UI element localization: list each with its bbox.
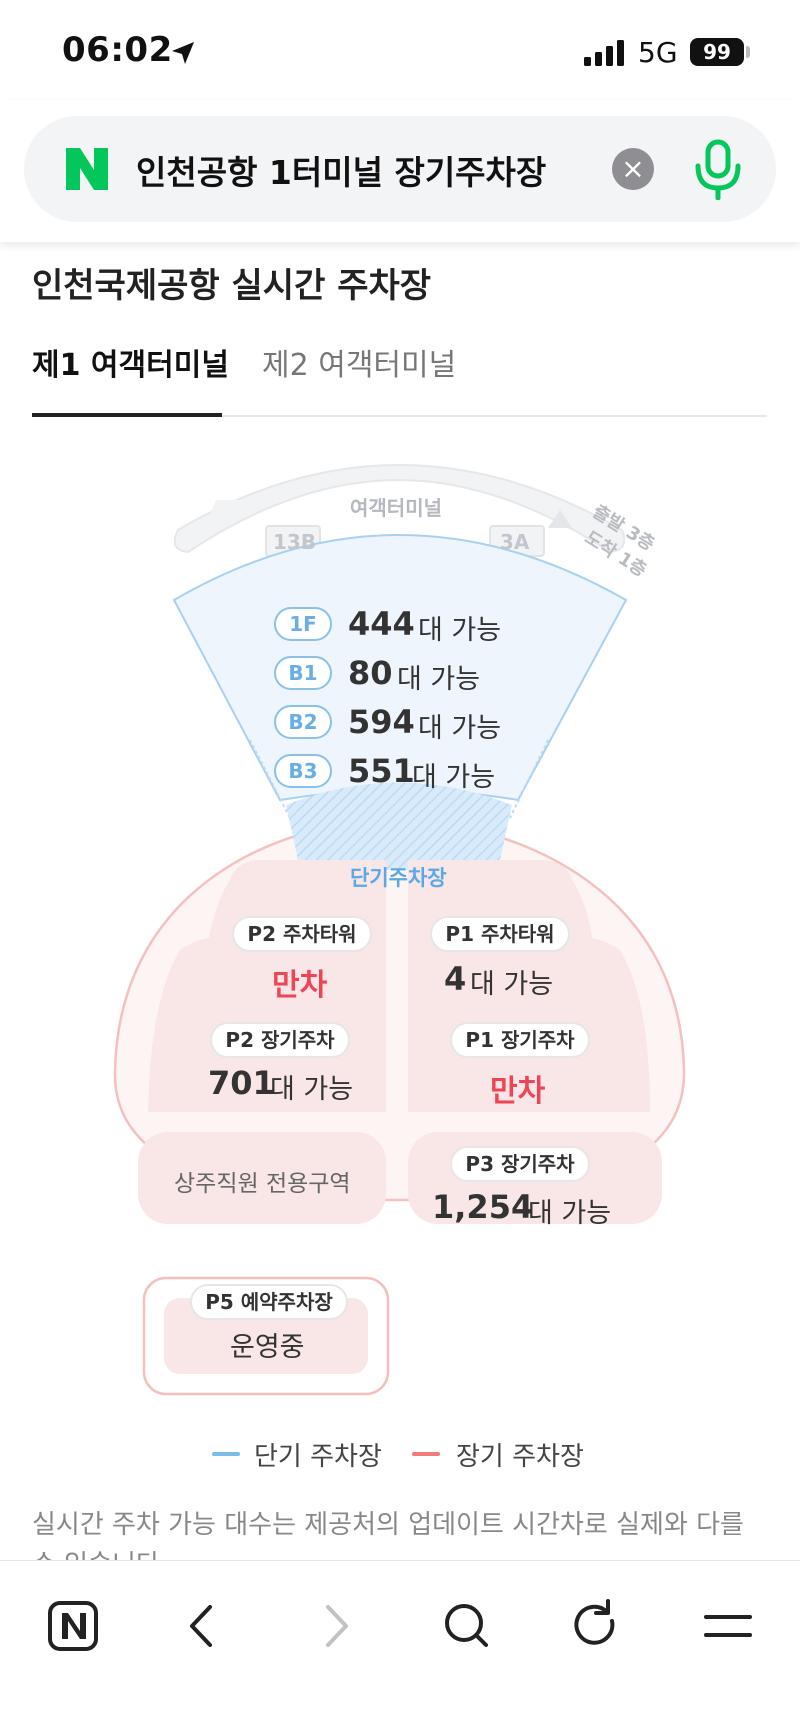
- floor-badge-b3: B3: [274, 754, 332, 788]
- clear-search-icon[interactable]: ×: [612, 148, 654, 190]
- search-bar[interactable]: 인천공항 1터미널 장기주차장 ×: [24, 116, 776, 222]
- gate-13b-label: 13B: [273, 530, 317, 554]
- map-legend: 단기 주차장 장기 주차장: [0, 1432, 800, 1472]
- short-term-legend-swatch: [212, 1452, 240, 1456]
- refresh-icon[interactable]: [556, 1591, 636, 1661]
- long-term-legend-label: 장기 주차장: [456, 1442, 584, 1472]
- short-term-legend-label: 단기 주차장: [254, 1442, 382, 1472]
- floor-badge-b2: B2: [274, 705, 332, 739]
- tab-terminal-2[interactable]: 제2 여객터미널: [262, 340, 456, 384]
- p1-long-badge[interactable]: P1 장기주차: [450, 1022, 590, 1058]
- p2-long-badge[interactable]: P2 장기주차: [210, 1022, 350, 1058]
- parking-map-graphic: [113, 464, 686, 1396]
- p3-long-badge[interactable]: P3 장기주차: [450, 1146, 590, 1182]
- search-icon[interactable]: [426, 1591, 506, 1661]
- p2-long-count: 701: [208, 1064, 275, 1102]
- p5-reserve-badge[interactable]: P5 예약주차장: [190, 1284, 348, 1320]
- browser-toolbar: [0, 1560, 800, 1732]
- tab-terminal-1[interactable]: 제1 여객터미널: [32, 340, 229, 384]
- gate-3a-label: 3A: [500, 530, 530, 554]
- network-type: 5G: [638, 36, 678, 69]
- search-input[interactable]: 인천공항 1터미널 장기주차장: [136, 146, 546, 194]
- search-header: 인천공항 1터미널 장기주차장 ×: [0, 100, 800, 242]
- p5-reserve-status: 운영중: [230, 1332, 305, 1363]
- floor-b1-unit: 대 가능: [397, 664, 481, 695]
- floor-b1-count: 80: [348, 654, 393, 692]
- signal-icon: [584, 40, 624, 66]
- p1-tower-badge[interactable]: P1 주차타워: [430, 916, 570, 952]
- floor-b3-unit: 대 가능: [412, 762, 496, 793]
- floor-badge-b1: B1: [274, 656, 332, 690]
- long-term-legend-swatch: [412, 1452, 440, 1456]
- terminal-tabs: 제1 여객터미널 제2 여객터미널: [32, 330, 767, 417]
- p2-tower-status: 만차: [272, 968, 328, 1003]
- p3-long-unit: 대 가능: [528, 1198, 612, 1229]
- terminal-label: 여객터미널: [350, 496, 442, 520]
- floor-b2-unit: 대 가능: [418, 713, 502, 744]
- p3-long-count: 1,254: [432, 1188, 534, 1226]
- parking-map: 여객터미널 13B 3A 출발 3층 도착 1층 1F 444 대 가능 B1 …: [0, 440, 800, 1420]
- microphone-icon[interactable]: [688, 138, 748, 200]
- p2-long-unit: 대 가능: [270, 1074, 354, 1105]
- status-bar: 06:02 5G 99: [0, 0, 800, 110]
- naver-home-icon[interactable]: [32, 1591, 112, 1661]
- floor-b3-count: 551: [348, 752, 415, 790]
- active-tab-indicator: [32, 413, 222, 417]
- floor-b2-count: 594: [348, 703, 415, 741]
- floor-badge-1f: 1F: [274, 607, 332, 641]
- staff-only-area: 상주직원 전용구역: [174, 1171, 351, 1197]
- p1-tower-unit: 대 가능: [470, 969, 554, 1000]
- battery-tip: [746, 46, 750, 58]
- forward-icon[interactable]: [296, 1591, 376, 1661]
- battery-icon: 99: [690, 38, 744, 66]
- short-term-lot-label[interactable]: 단기주차장: [350, 862, 447, 892]
- back-icon[interactable]: [162, 1591, 242, 1661]
- floor-1f-unit: 대 가능: [418, 615, 502, 646]
- p1-long-status: 만차: [490, 1074, 546, 1109]
- status-time: 06:02: [62, 30, 173, 70]
- naver-logo-icon[interactable]: [64, 146, 110, 192]
- menu-icon[interactable]: [688, 1591, 768, 1661]
- location-arrow-icon: [172, 42, 194, 64]
- p1-tower-count: 4: [444, 960, 467, 998]
- page-title: 인천국제공항 실시간 주차장: [32, 266, 432, 306]
- p2-tower-badge[interactable]: P2 주차타워: [232, 916, 372, 952]
- floor-1f-count: 444: [348, 605, 415, 643]
